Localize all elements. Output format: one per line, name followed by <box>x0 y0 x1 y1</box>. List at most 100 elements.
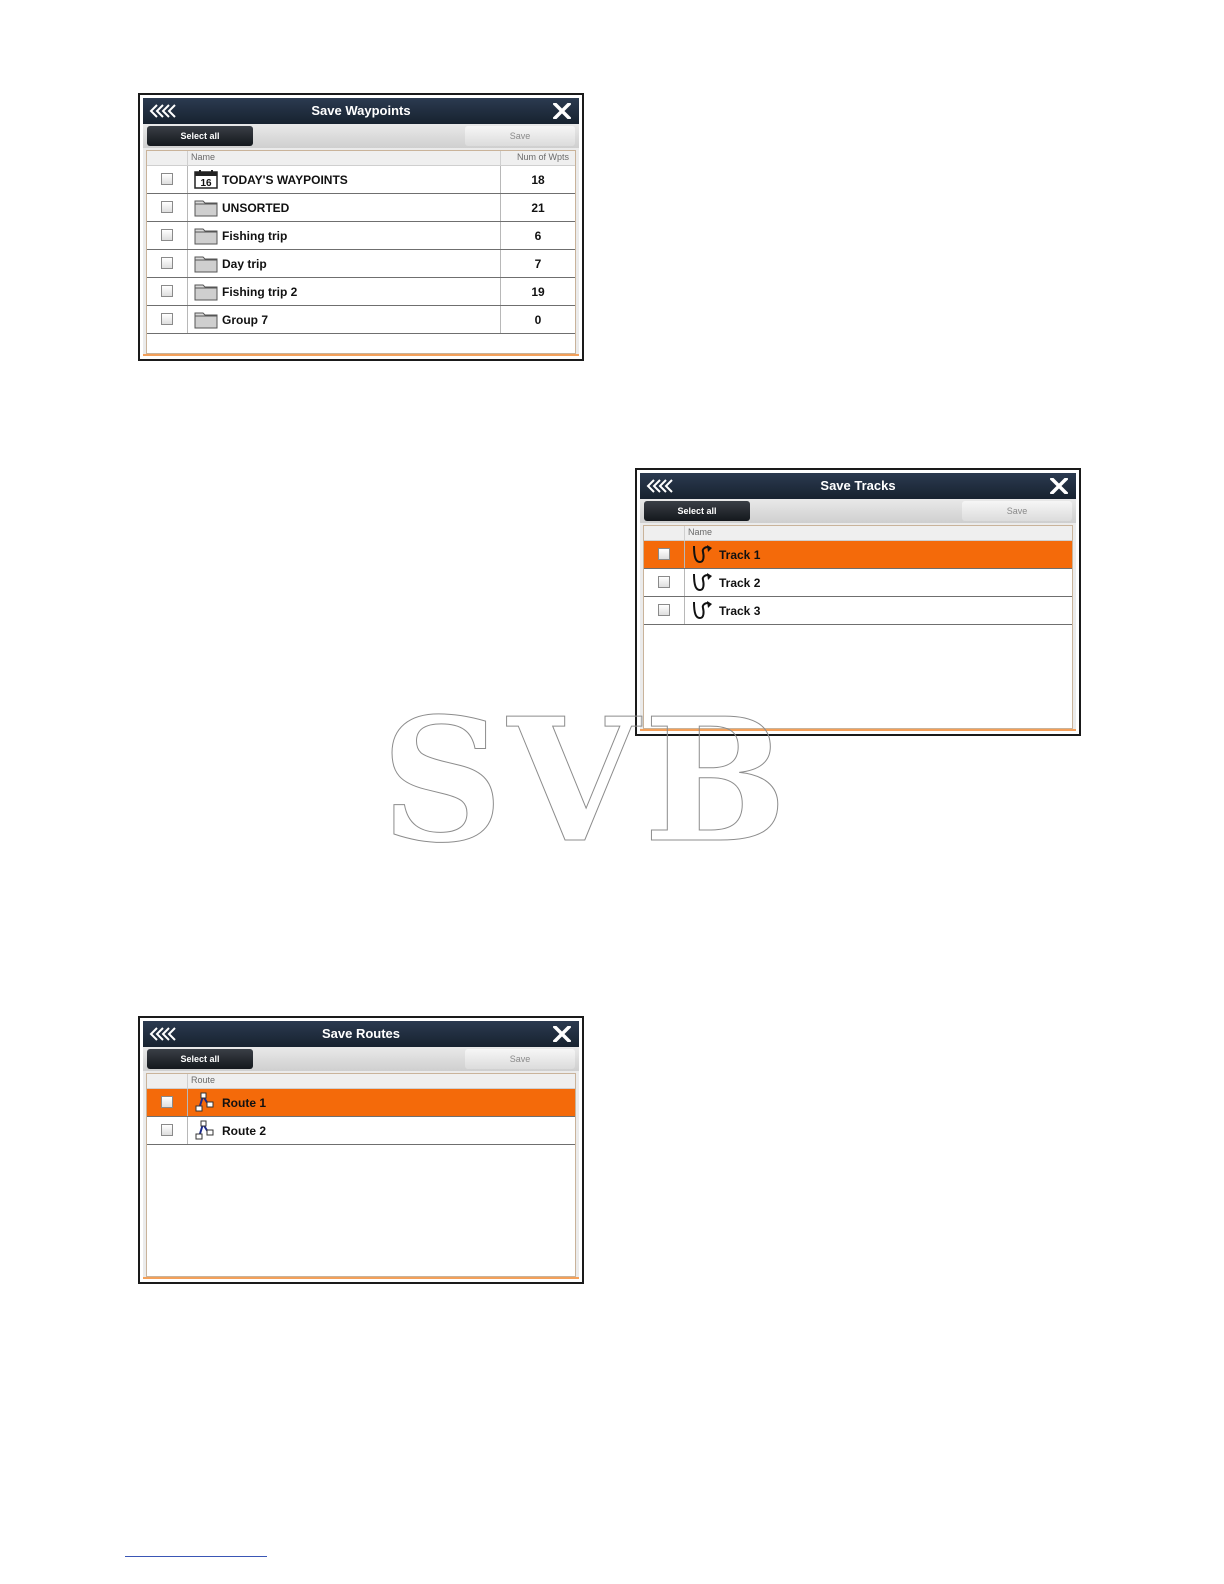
table-header: Name <box>644 526 1072 541</box>
column-divider <box>684 526 685 540</box>
row-num-wpts: 19 <box>531 285 545 299</box>
close-icon[interactable] <box>553 103 571 119</box>
row-checkbox[interactable] <box>161 1124 173 1136</box>
row-num-wpts: 0 <box>534 313 542 327</box>
footnote-rule <box>125 1556 267 1557</box>
waypoint-groups-table: Name Num of Wpts 16 TODAY'S WAYPOINTS 18 <box>146 150 576 354</box>
row-name: Group 7 <box>222 313 269 327</box>
column-divider <box>187 151 188 165</box>
row-num-wpts: 7 <box>534 257 542 271</box>
tracks-table: Name Track 1 Track 2 Track 3 <box>643 525 1073 729</box>
table-header: Route <box>147 1074 575 1089</box>
route-icon <box>195 1092 214 1112</box>
row-name: Fishing trip <box>222 229 288 243</box>
row-checkbox[interactable] <box>161 285 173 297</box>
column-divider <box>187 306 188 333</box>
dialog-title: Save Routes <box>321 1026 401 1041</box>
folder-icon <box>194 284 218 301</box>
row-num-wpts: 6 <box>534 229 542 243</box>
save-button[interactable]: Save <box>962 501 1072 521</box>
table-row[interactable]: Day trip 7 <box>147 250 575 278</box>
row-checkbox[interactable] <box>658 604 670 616</box>
close-icon[interactable] <box>553 1026 571 1042</box>
row-name: Track 1 <box>719 548 761 562</box>
column-header-name: Name <box>688 527 713 537</box>
folder-icon <box>194 256 218 273</box>
title-bar: Save Routes <box>143 1021 579 1047</box>
row-name: Fishing trip 2 <box>222 285 298 299</box>
folder-icon <box>194 200 218 217</box>
column-divider <box>187 1074 188 1088</box>
row-checkbox[interactable] <box>658 576 670 588</box>
column-divider <box>187 194 188 221</box>
dialog-body: Save Tracks Select all Save Name Track 1 <box>640 473 1076 731</box>
row-name: Day trip <box>222 257 267 271</box>
column-header-name: Name <box>191 152 216 162</box>
row-checkbox[interactable] <box>161 201 173 213</box>
select-all-button[interactable]: Select all <box>147 1049 253 1069</box>
row-checkbox[interactable] <box>161 313 173 325</box>
column-divider <box>684 597 685 624</box>
svg-text:SVB: SVB <box>381 708 791 854</box>
svb-watermark: SVB <box>380 708 791 854</box>
row-name: Route 2 <box>222 1124 267 1138</box>
calendar-day: 16 <box>200 178 212 189</box>
table-row[interactable]: Route 2 <box>147 1117 575 1145</box>
save-waypoints-dialog: Save Waypoints Select all Save Name Num … <box>138 93 584 361</box>
column-divider <box>500 151 501 165</box>
save-button[interactable]: Save <box>465 1049 575 1069</box>
row-num-wpts: 21 <box>531 201 545 215</box>
row-name: UNSORTED <box>222 201 290 215</box>
toolbar: Select all Save <box>143 124 579 148</box>
track-icon <box>693 601 712 620</box>
select-all-button[interactable]: Select all <box>644 501 750 521</box>
route-icon <box>195 1120 214 1140</box>
track-icon <box>693 573 712 592</box>
column-header-route: Route <box>191 1075 216 1085</box>
dialog-body: Save Routes Select all Save Route Route … <box>143 1021 579 1279</box>
save-routes-dialog: Save Routes Select all Save Route Route … <box>138 1016 584 1284</box>
column-divider <box>187 222 188 249</box>
column-divider <box>187 278 188 305</box>
folder-icon <box>194 228 218 245</box>
column-header-num-wpts: Num of Wpts <box>516 152 569 162</box>
column-divider <box>187 1117 188 1144</box>
title-bar: Save Waypoints <box>143 98 579 124</box>
table-row[interactable]: UNSORTED 21 <box>147 194 575 222</box>
column-divider <box>187 1089 188 1116</box>
table-row[interactable]: Fishing trip 2 19 <box>147 278 575 306</box>
dialog-title: Save Waypoints <box>311 103 411 118</box>
select-all-button[interactable]: Select all <box>147 126 253 146</box>
row-name: Route 1 <box>222 1096 267 1110</box>
table-row[interactable]: Fishing trip 6 <box>147 222 575 250</box>
table-row[interactable]: 16 TODAY'S WAYPOINTS 18 <box>147 166 575 194</box>
column-divider <box>187 250 188 277</box>
column-divider <box>187 166 188 193</box>
row-checkbox[interactable] <box>161 1096 173 1108</box>
save-tracks-dialog: Save Tracks Select all Save Name Track 1 <box>635 468 1081 736</box>
column-divider <box>684 541 685 568</box>
table-header: Name Num of Wpts <box>147 151 575 166</box>
row-checkbox[interactable] <box>161 173 173 185</box>
close-icon[interactable] <box>1050 478 1068 494</box>
table-row[interactable]: Track 3 <box>644 597 1072 625</box>
table-row[interactable]: Route 1 <box>147 1089 575 1117</box>
folder-icon <box>194 312 218 329</box>
row-checkbox[interactable] <box>161 257 173 269</box>
title-bar: Save Tracks <box>640 473 1076 499</box>
row-name: Track 2 <box>719 576 761 590</box>
dialog-body: Save Waypoints Select all Save Name Num … <box>143 98 579 356</box>
dialog-title: Save Tracks <box>820 478 896 493</box>
routes-table: Route Route 1 Route 2 <box>146 1073 576 1277</box>
row-name: Track 3 <box>719 604 761 618</box>
row-checkbox[interactable] <box>658 548 670 560</box>
table-row[interactable]: Track 2 <box>644 569 1072 597</box>
toolbar: Select all Save <box>640 499 1076 523</box>
column-divider <box>684 569 685 596</box>
table-row[interactable]: Group 7 0 <box>147 306 575 334</box>
row-checkbox[interactable] <box>161 229 173 241</box>
row-num-wpts: 18 <box>531 173 545 187</box>
save-button[interactable]: Save <box>465 126 575 146</box>
row-name: TODAY'S WAYPOINTS <box>222 173 348 187</box>
table-row[interactable]: Track 1 <box>644 541 1072 569</box>
